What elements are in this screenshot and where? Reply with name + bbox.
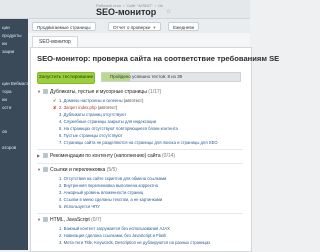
list-item[interactable]: 1. Важный контент загружается без исполь… <box>53 226 170 232</box>
chevron-down-icon: ▼ <box>152 25 157 30</box>
list-item[interactable]: ✘ 2. Запрет index.php (автотест) <box>53 105 117 111</box>
sidebar-item[interactable]: зации <box>2 49 28 54</box>
sidebar-item[interactable]: тора <box>2 89 28 94</box>
sidebar: ции продукты ии зации ции Вебмастера тор… <box>0 19 28 250</box>
divider <box>37 163 243 164</box>
list-item[interactable]: 4. Ссылки в меню сделаны текстом, а не к… <box>53 197 162 203</box>
list-item[interactable]: 6. Пустые страницы отсутствуют <box>53 133 123 139</box>
list-item[interactable]: 2. Внутренняя перелинковка выполнена кор… <box>53 183 158 189</box>
daily-button[interactable]: Ежедневн <box>168 22 200 31</box>
sidebar-item[interactable]: ов <box>2 129 28 134</box>
tab-strip: SEO-монитор <box>28 35 250 48</box>
sidebar-item[interactable]: ции Вебмастера <box>2 81 28 86</box>
check-report-button[interactable]: Отчет о проверке ▼ <box>108 22 162 31</box>
sidebar-item[interactable]: продукты <box>2 33 28 38</box>
divider <box>37 213 243 214</box>
list-item[interactable]: 3. Мета-теги Title, Keywords, Descriptio… <box>53 240 210 246</box>
content-heading: SEO-монитор: проверка сайта на соответст… <box>37 54 280 63</box>
list-item[interactable]: 4. Служебные страницы закрыты для индекс… <box>53 119 156 125</box>
main-area: Продвигаемые страницы Отчет о проверке ▼ … <box>28 19 279 252</box>
section-html-js[interactable]: ▼ HTML, JavaScript (0/7) <box>37 216 101 224</box>
list-item[interactable]: 1. Отсутствия на сайте скриптов для обме… <box>53 176 166 182</box>
list-item[interactable]: ✔ 1. Домены настроены и склеены (автотест… <box>53 98 143 104</box>
list-item[interactable]: 5. Используется ЧПУ <box>53 204 100 210</box>
start-testing-button[interactable]: Запустить тестирование <box>37 72 95 84</box>
sidebar-item[interactable]: ции <box>2 25 28 30</box>
section-icon <box>43 217 48 223</box>
progress-text: Пройдено успешно тестов: 8 из 39 <box>110 74 183 79</box>
section-icon <box>43 167 48 173</box>
progress-bar: Пройдено успешно тестов: 8 из 39 <box>101 72 241 82</box>
list-item[interactable]: 5. На страницах отсутствуют повторяющиес… <box>53 126 178 132</box>
sidebar-item[interactable]: ости <box>2 105 28 110</box>
toolbar: Продвигаемые страницы Отчет о проверке ▼ … <box>28 19 250 33</box>
list-item[interactable]: 3. Дубликаты страниц отсутствуют <box>53 112 126 118</box>
divider <box>37 149 243 150</box>
sidebar-item[interactable]: аторов <box>2 145 28 150</box>
section-content[interactable]: ▶ Рекомендации по контенту (наполнению) с… <box>37 152 175 160</box>
list-item[interactable]: 7. Страницы сайта не разделяются на стра… <box>53 140 218 146</box>
page-title: SEO-монитор <box>96 7 157 17</box>
sidebar-item[interactable]: ии <box>2 97 28 102</box>
breadcrumb-item[interactable]: Ок <box>158 3 163 8</box>
promoted-pages-button[interactable]: Продвигаемые страницы <box>32 22 96 31</box>
favorite-star-icon[interactable]: ☆ <box>166 8 171 15</box>
section-links[interactable]: ▼ Ссылки и перелинковка (5/5) <box>37 166 117 174</box>
list-item[interactable]: 3. Анкорный уровень вложенности страниц <box>53 190 143 196</box>
content-panel: SEO-монитор: проверка сайта на соответст… <box>30 47 279 252</box>
list-item[interactable]: 2. Навигация сделана ссылками, без JavaS… <box>53 233 166 239</box>
section-icon <box>43 89 48 95</box>
section-duplicates[interactable]: ▼ Дубликаты, пустые и мусорные страницы (… <box>37 88 161 96</box>
section-icon <box>43 153 48 159</box>
top-bar: Рабочий стол › Сайт "АЛФАТ" › Ок SEO-монитор… <box>0 0 250 19</box>
sidebar-item[interactable]: ии <box>2 41 28 46</box>
